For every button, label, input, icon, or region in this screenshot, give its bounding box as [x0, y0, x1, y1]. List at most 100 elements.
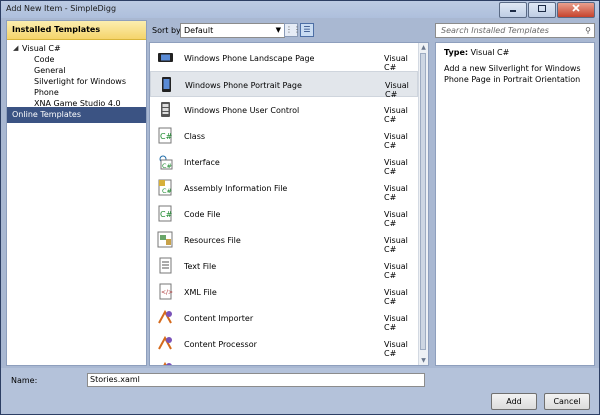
title-bar[interactable]: Add New Item - SimpleDigg — [1, 1, 599, 18]
phone-portrait-icon — [158, 76, 175, 93]
chevron-down-icon: ▼ — [275, 26, 281, 34]
expand-triangle-icon[interactable]: ◢ — [13, 43, 22, 54]
bottom-bar: Name: Stories.xaml Add Cancel — [1, 368, 599, 414]
assembly-info-icon: C# — [157, 179, 174, 196]
svg-text:C#: C# — [160, 210, 173, 219]
maximize-icon — [538, 5, 546, 12]
template-row[interactable]: Text File Visual C# — [150, 253, 418, 280]
template-name: Code File — [184, 210, 221, 219]
list-scrollbar[interactable]: ▲ ▼ — [418, 43, 428, 365]
template-tree: ◢ Visual C# Code General Silverlight for… — [7, 40, 146, 109]
sort-label: Sort by: — [152, 26, 183, 35]
maximize-button[interactable] — [528, 2, 556, 18]
template-row[interactable]: Windows Phone Portrait Page Visual C# — [150, 71, 418, 99]
search-placeholder: Search Installed Templates — [441, 26, 549, 35]
sort-dropdown[interactable]: Default ▼ — [180, 23, 285, 38]
sort-value: Default — [184, 26, 214, 35]
close-button[interactable] — [557, 2, 595, 18]
template-row[interactable]: C# Assembly Information File Visual C# — [150, 175, 418, 202]
template-name: Windows Phone Landscape Page — [184, 54, 315, 63]
scroll-down-icon[interactable]: ▼ — [419, 356, 428, 365]
type-label: Type: — [444, 48, 469, 57]
close-icon — [572, 4, 580, 12]
template-language: Visual C# — [384, 236, 408, 254]
template-language: Visual C# — [384, 158, 408, 176]
tree-node-general[interactable]: General — [13, 65, 146, 76]
template-language: Visual C# — [384, 210, 408, 228]
tree-node-code[interactable]: Code — [13, 54, 146, 65]
class-icon: C# — [157, 127, 174, 144]
template-row[interactable]: </> XML File Visual C# — [150, 279, 418, 306]
template-language: Visual C# — [384, 314, 408, 332]
template-name: Class — [184, 132, 206, 141]
list-view-icon: ☰ — [303, 25, 311, 34]
template-name: Windows Phone User Control — [184, 106, 300, 115]
list-view-button[interactable]: ☰ — [300, 23, 314, 37]
template-list-area: Sort by: Default ▼ ⋮⋮ ☰ ▲ ▼ Windows Phon… — [149, 20, 429, 366]
add-button[interactable]: Add — [491, 393, 537, 410]
minimize-icon — [510, 10, 516, 12]
cancel-button[interactable]: Cancel — [544, 393, 590, 410]
tree-node-visual-csharp[interactable]: ◢ Visual C# — [13, 43, 146, 54]
template-row[interactable]: Windows Phone Landscape Page Visual C# — [150, 45, 418, 72]
content-type-writer-icon — [157, 361, 174, 365]
template-language: Visual C# — [384, 288, 408, 306]
template-row[interactable]: Resources File Visual C# — [150, 227, 418, 254]
template-description: Add a new Silverlight for Windows Phone … — [444, 64, 581, 84]
small-icons-view-icon: ⋮⋮ — [285, 25, 301, 34]
content-importer-icon — [157, 309, 174, 326]
template-row[interactable]: C# Interface Visual C# — [150, 149, 418, 176]
interface-icon: C# — [157, 153, 174, 170]
tree-node-silverlight-wp[interactable]: Silverlight for Windows Phone — [13, 76, 146, 98]
svg-text:C#: C# — [160, 132, 173, 141]
svg-text:</>: </> — [161, 289, 173, 296]
template-name: Text File — [184, 262, 217, 271]
template-language: Visual C# — [384, 184, 408, 202]
details-panel: Type: Visual C# Add a new Silverlight fo… — [435, 42, 595, 366]
search-icon[interactable]: ⚲ — [585, 24, 591, 37]
name-label: Name: — [11, 376, 38, 385]
template-name: Assembly Information File — [184, 184, 288, 193]
template-language: Visual C# — [384, 106, 408, 124]
small-icons-view-button[interactable]: ⋮⋮ — [284, 23, 301, 37]
minimize-button[interactable] — [499, 2, 527, 18]
template-row[interactable]: Content Processor Visual C# — [150, 331, 418, 358]
template-name: Resources File — [184, 236, 241, 245]
installed-templates-header[interactable]: Installed Templates — [7, 21, 146, 40]
online-templates-header[interactable]: Online Templates — [7, 107, 146, 123]
text-file-icon — [157, 257, 174, 274]
resources-file-icon — [157, 231, 174, 248]
template-row[interactable]: Content Importer Visual C# — [150, 305, 418, 332]
template-language: Visual C# — [384, 54, 408, 72]
template-name: Content Importer — [184, 314, 254, 323]
template-name: Content Processor — [184, 340, 257, 349]
template-language: Visual C# — [384, 340, 408, 358]
scroll-thumb[interactable] — [420, 53, 426, 350]
tree-node-label: Visual C# — [22, 44, 61, 53]
name-field-value: Stories.xaml — [90, 375, 140, 384]
svg-text:C#: C# — [162, 162, 172, 170]
type-value: Visual C# — [470, 48, 510, 57]
scroll-up-icon[interactable]: ▲ — [419, 43, 428, 52]
template-name: Interface — [184, 158, 220, 167]
template-language: Visual C# — [384, 132, 408, 150]
code-file-icon: C# — [157, 205, 174, 222]
content-processor-icon — [157, 335, 174, 352]
xml-file-icon: </> — [157, 283, 174, 300]
window-title: Add New Item - SimpleDigg — [6, 4, 117, 13]
template-row[interactable]: C# Class Visual C# — [150, 123, 418, 150]
template-name: XML File — [184, 288, 217, 297]
phone-landscape-icon — [157, 49, 174, 66]
template-row[interactable]: C# Code File Visual C# — [150, 201, 418, 228]
template-row[interactable]: Windows Phone User Control Visual C# — [150, 97, 418, 124]
name-field[interactable]: Stories.xaml — [87, 373, 425, 387]
svg-text:C#: C# — [162, 187, 172, 195]
search-input[interactable]: Search Installed Templates ⚲ — [435, 23, 595, 38]
type-line: Type: Visual C# — [444, 48, 586, 57]
templates-sidebar: Installed Templates ◢ Visual C# Code Gen… — [6, 20, 147, 366]
dialog-window: Add New Item - SimpleDigg Installed Temp… — [0, 0, 600, 415]
user-control-icon — [157, 101, 174, 118]
template-row[interactable]: Content Type WriterVisual C# — [150, 357, 418, 365]
template-language: Visual C# — [384, 262, 408, 280]
template-list: ▲ ▼ Windows Phone Landscape Page Visual C… — [149, 42, 429, 366]
